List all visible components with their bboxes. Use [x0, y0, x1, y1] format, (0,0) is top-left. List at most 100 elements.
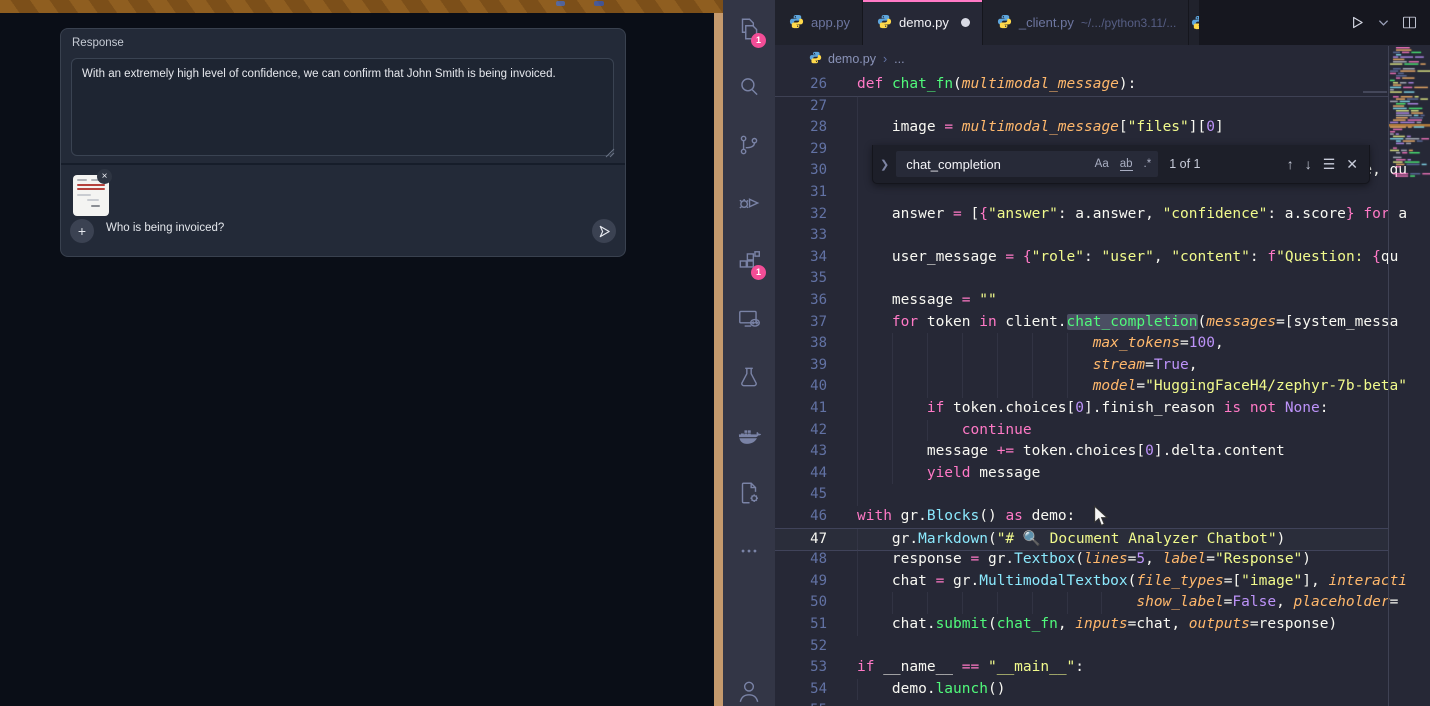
line-number: 41 — [775, 398, 827, 420]
breadcrumb-more[interactable]: ... — [894, 52, 904, 66]
code-line: 53if __name__ == "__main__": — [775, 657, 1388, 679]
line-number: 44 — [775, 463, 827, 485]
tab-_client.py[interactable]: _client.py ~/.../python3.11/... — [983, 0, 1189, 45]
textarea-resize-handle[interactable] — [605, 145, 615, 155]
line-number: 54 — [775, 679, 827, 701]
code-line: 50 show_label=False, placeholder= — [775, 592, 1388, 614]
minimap-slider-edge[interactable] — [1363, 91, 1387, 93]
code-text: for token in client.chat_completion(mess… — [857, 312, 1398, 334]
find-expand-chevron-icon[interactable]: ❯ — [873, 158, 896, 171]
run-button[interactable] — [1347, 12, 1368, 33]
tab-partial[interactable] — [1189, 0, 1199, 45]
code-text: model="HuggingFaceH4/zephyr-7b-beta" — [857, 376, 1407, 398]
find-previous-button[interactable]: ↑ — [1285, 156, 1296, 172]
line-number: 34 — [775, 247, 827, 269]
attachment-remove-button[interactable]: × — [97, 169, 112, 184]
line-number: 47 — [775, 529, 827, 551]
code-line: 36 message = "" — [775, 290, 1388, 312]
desktop-background-strip — [0, 0, 723, 13]
whole-word-button[interactable]: ab — [1116, 156, 1137, 172]
line-number: 39 — [775, 355, 827, 377]
line-number: 31 — [775, 182, 827, 204]
code-text: demo.launch() — [857, 679, 1005, 701]
line-number: 50 — [775, 592, 827, 614]
line-number: 49 — [775, 571, 827, 593]
find-close-button[interactable]: ✕ — [1344, 156, 1360, 173]
line-number: 55 — [775, 700, 827, 706]
code-text: message = "" — [857, 290, 997, 312]
code-line: 43 message += token.choices[0].delta.con… — [775, 441, 1388, 463]
file-settings-icon[interactable] — [723, 464, 775, 522]
tab-label: _client.py — [1019, 15, 1074, 30]
response-label: Response — [72, 37, 124, 49]
tab-description: ~/.../python3.11/... — [1081, 16, 1177, 30]
regex-button[interactable]: .* — [1140, 156, 1156, 172]
find-next-button[interactable]: ↓ — [1303, 156, 1314, 172]
indent-guide — [857, 484, 858, 506]
code-line: 55 — [775, 700, 1388, 706]
editor-actions — [1199, 0, 1430, 45]
line-number: 52 — [775, 636, 827, 658]
code-line: 52 — [775, 636, 1388, 658]
send-icon — [597, 224, 612, 239]
line-number: 27 — [775, 96, 827, 118]
add-file-button[interactable]: + — [70, 219, 94, 243]
code-line: 38 max_tokens=100, — [775, 333, 1388, 355]
explorer-icon[interactable]: 1 — [723, 0, 775, 58]
testing-icon[interactable] — [723, 348, 775, 406]
line-number: 46 — [775, 506, 827, 528]
code-text: image = multimodal_message["files"][0] — [857, 117, 1224, 139]
run-dropdown-chevron-icon[interactable] — [1376, 17, 1391, 29]
line-number: 38 — [775, 333, 827, 355]
chat-input[interactable] — [104, 221, 488, 235]
line-number: 32 — [775, 204, 827, 226]
code-line: 49 chat = gr.MultimodalTextbox(file_type… — [775, 571, 1388, 593]
breadcrumb-file[interactable]: demo.py — [828, 52, 876, 66]
line-number: 26 — [775, 74, 827, 96]
response-card: Response With an extremely high level of… — [60, 28, 626, 257]
source-control-icon[interactable] — [723, 116, 775, 174]
tab-demo.py[interactable]: demo.py — [863, 0, 983, 45]
code-line: 27 — [775, 96, 1388, 118]
extensions-icon[interactable]: 1 — [723, 232, 775, 290]
tabs: app.py demo.py _client.py ~/.../python3.11/… — [775, 0, 1189, 45]
code-text: def chat_fn(multimodal_message): — [857, 74, 1136, 96]
minimap[interactable] — [1389, 47, 1430, 187]
run-debug-icon[interactable] — [723, 174, 775, 232]
explorer-badge: 1 — [751, 33, 766, 48]
send-button[interactable] — [592, 219, 616, 243]
line-number: 51 — [775, 614, 827, 636]
tab-bar: app.py demo.py _client.py ~/.../python3.11/… — [775, 0, 1430, 45]
code-text: message += token.choices[0].delta.conten… — [857, 441, 1285, 463]
code-text: show_label=False, placeholder= — [857, 592, 1398, 614]
thumbnail-art — [77, 188, 105, 190]
line-number: 48 — [775, 549, 827, 571]
tab-label: demo.py — [899, 15, 949, 30]
code-line: 42 continue — [775, 420, 1388, 442]
search-icon[interactable] — [723, 58, 775, 116]
find-input[interactable] — [904, 156, 1090, 173]
find-in-selection-button[interactable]: ☰ — [1321, 156, 1338, 173]
code-line: 28 image = multimodal_message["files"][0… — [775, 117, 1388, 139]
more-actions-icon[interactable] — [723, 522, 775, 580]
code-line: 44 yield message — [775, 463, 1388, 485]
chat-input-row: + — [61, 219, 625, 243]
code-line: 32 answer = [{"answer": a.answer, "confi… — [775, 204, 1388, 226]
editor-group: app.py demo.py _client.py ~/.../python3.11/… — [775, 0, 1430, 706]
split-editor-button[interactable] — [1399, 12, 1420, 33]
vscode-window: 1 — [723, 0, 1430, 706]
code-editor[interactable]: 26 def chat_fn(multimodal_message): 2728 i… — [775, 72, 1430, 706]
code-text: with gr.Blocks() as demo: — [857, 506, 1075, 528]
docker-icon[interactable] — [723, 406, 775, 464]
response-textarea[interactable]: With an extremely high level of confiden… — [71, 58, 614, 156]
breadcrumb[interactable]: demo.py › ... — [775, 45, 1388, 72]
tab-app.py[interactable]: app.py — [775, 0, 863, 45]
line-number: 40 — [775, 376, 827, 398]
match-case-button[interactable]: Aa — [1091, 156, 1113, 172]
dirty-indicator[interactable] — [961, 18, 970, 27]
code-text: response = gr.Textbox(lines=5, label="Re… — [857, 549, 1311, 571]
line-number: 43 — [775, 441, 827, 463]
remote-explorer-icon[interactable] — [723, 290, 775, 348]
code-text: if __name__ == "__main__": — [857, 657, 1084, 679]
account-icon[interactable] — [723, 678, 775, 706]
